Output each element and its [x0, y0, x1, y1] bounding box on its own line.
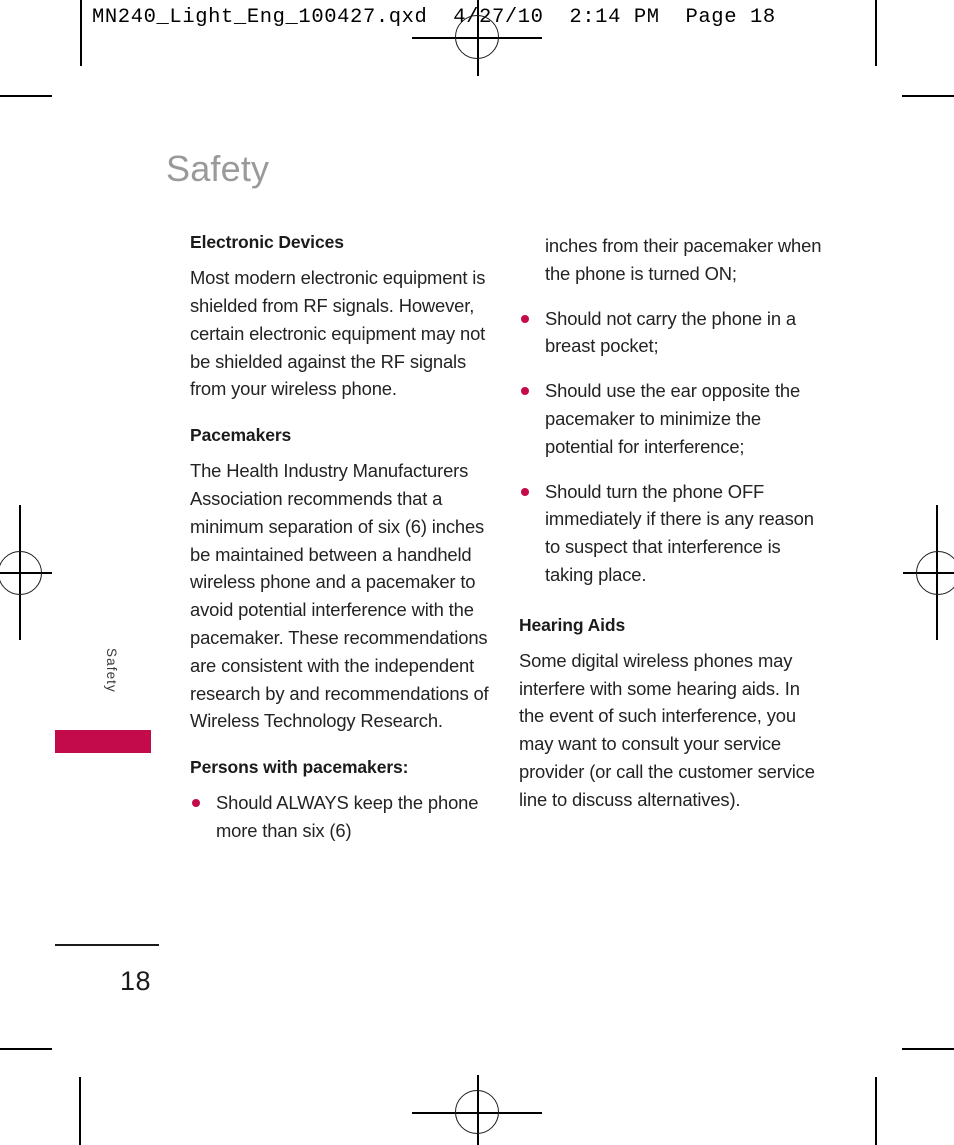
crop-mark-top-left-horizontal	[0, 95, 52, 97]
section-heading-electronic-devices: Electronic Devices	[190, 232, 344, 252]
list-item: Should not carry the phone in a breast p…	[519, 305, 824, 361]
bullet-list-left: Should ALWAYS keep the phone more than s…	[190, 789, 490, 845]
crop-mark-bottom-left-vertical	[79, 1077, 81, 1145]
page-number: 18	[120, 966, 152, 996]
bullet-dot-icon	[192, 799, 200, 808]
paragraph-electronic-devices: Most modern electronic equipment is shie…	[190, 267, 486, 400]
list-item-text: Should turn the phone OFF immediately if…	[545, 480, 814, 585]
section-heading-hearing-aids: Hearing Aids	[519, 614, 626, 635]
list-item-text: Should use the ear opposite the pacemake…	[545, 380, 801, 457]
page-title: Safety	[166, 148, 270, 189]
list-item-text-continued: inches from their pacemaker when the pho…	[545, 235, 822, 284]
side-tab-label: Safety	[104, 648, 119, 693]
paragraph-hearing-aids: Some digital wireless phones may interfe…	[519, 649, 815, 810]
section-heading-pacemakers: Pacemakers	[190, 425, 292, 446]
crop-mark-top-right-horizontal	[902, 95, 954, 97]
crop-mark-bottom-right-horizontal	[902, 1048, 954, 1050]
bullet-dot-icon	[521, 314, 529, 323]
list-item: Should ALWAYS keep the phone more than s…	[190, 789, 490, 845]
document-page: MN240_Light_Eng_100427.qxd 4/27/10 2:14 …	[0, 0, 954, 1145]
list-item-text: Should ALWAYS keep the phone more than s…	[216, 792, 479, 842]
crop-mark-top-left-vertical	[80, 0, 82, 66]
right-text-column: inches from their pacemaker when the pho…	[519, 232, 824, 814]
bullet-dot-icon	[521, 387, 529, 396]
list-item-text: Should not carry the phone in a breast p…	[545, 307, 796, 357]
bullet-list-right: Should not carry the phone in a breast p…	[519, 305, 824, 589]
crop-mark-top-right-vertical	[875, 0, 877, 66]
bullet-dot-icon	[521, 487, 529, 496]
left-text-column: Electronic Devices Most modern electroni…	[190, 232, 490, 845]
crop-mark-bottom-right-vertical	[875, 1077, 877, 1145]
crop-mark-bottom-left-horizontal	[0, 1048, 52, 1050]
list-item: Should use the ear opposite the pacemake…	[519, 377, 824, 460]
folio-divider	[55, 944, 159, 946]
paragraph-pacemakers: The Health Industry Manufacturers Associ…	[190, 460, 489, 732]
section-heading-persons-with-pacemakers: Persons with pacemakers:	[190, 757, 409, 778]
print-header-text: MN240_Light_Eng_100427.qxd 4/27/10 2:14 …	[92, 6, 776, 29]
side-tab-color-block	[55, 730, 151, 753]
list-item: Should turn the phone OFF immediately if…	[519, 478, 824, 589]
